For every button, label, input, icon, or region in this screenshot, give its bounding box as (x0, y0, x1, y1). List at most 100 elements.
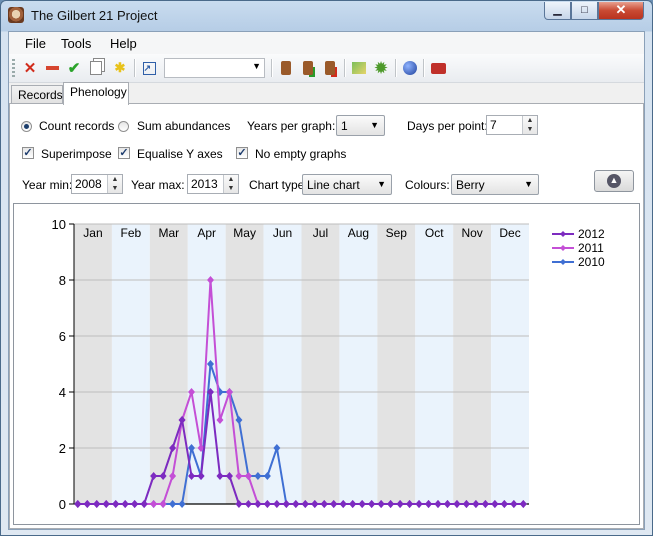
colours-label: Colours: (405, 178, 450, 192)
month-label: Feb (121, 226, 142, 240)
year-min-value: 2008 (75, 177, 102, 191)
y-tick-label: 10 (52, 217, 66, 232)
toolbox-icon[interactable] (429, 59, 447, 77)
chevron-down-icon: ▼ (524, 179, 533, 189)
copy-icon[interactable] (87, 59, 105, 77)
month-band (74, 224, 112, 504)
legend-label: 2011 (578, 241, 604, 255)
legend-marker (560, 259, 566, 265)
menu-tools[interactable]: Tools (61, 36, 91, 51)
toolbar-separator (134, 59, 136, 77)
colours-value: Berry (456, 178, 485, 192)
collapse-options-button[interactable]: ▲ (594, 170, 634, 192)
chart-type-select[interactable]: Line chart ▼ (302, 174, 392, 195)
chart-type-label: Chart type: (249, 178, 308, 192)
month-band (263, 224, 302, 504)
no-empty-graphs-checkbox[interactable]: ✓ (236, 147, 248, 159)
month-band (377, 224, 416, 504)
chevron-down-icon: ▼ (377, 179, 386, 189)
speaker-remove-icon[interactable] (321, 59, 339, 77)
toolbar-combo[interactable]: ▼ (164, 58, 265, 78)
days-per-point-label: Days per point: (407, 119, 488, 133)
month-band (491, 224, 529, 504)
toolbar-separator (423, 59, 425, 77)
tab-strip: Records Phenology (9, 82, 644, 105)
month-band (453, 224, 492, 504)
month-band (111, 224, 150, 504)
y-tick-label: 8 (59, 273, 66, 288)
phenology-chart: Jan Feb Mar Apr May Jun Jul Aug Sep Oct Nov Dec 0 2 4 6… (52, 217, 605, 512)
minimize-button[interactable]: ▁ (544, 2, 571, 20)
close-button[interactable]: ✕ (598, 2, 644, 20)
open-link-icon[interactable]: ↗ (140, 59, 158, 77)
month-band (301, 224, 340, 504)
bug-icon[interactable]: ✹ (372, 59, 390, 77)
legend-label: 2010 (578, 255, 605, 269)
equalise-y-axes-checkbox[interactable]: ✓ (118, 147, 130, 159)
colours-select[interactable]: Berry ▼ (451, 174, 539, 195)
y-tick-label: 4 (59, 385, 66, 400)
title-bar[interactable]: The Gilbert 21 Project ▁ □ ✕ (1, 1, 652, 31)
month-band (339, 224, 378, 504)
tab-phenology[interactable]: Phenology (63, 82, 129, 105)
legend-marker (560, 231, 566, 237)
month-label: Apr (197, 226, 216, 240)
month-label: May (233, 226, 256, 240)
sum-abundances-radio[interactable] (118, 121, 129, 132)
legend-label: 2012 (578, 227, 605, 241)
year-min-stepper[interactable]: 2008 ▲ ▼ (71, 174, 123, 194)
chevron-down-icon: ▼ (370, 120, 379, 130)
month-label: Sep (386, 226, 408, 240)
year-max-label: Year max: (131, 178, 185, 192)
spin-arrows-icon[interactable]: ▲ ▼ (223, 175, 238, 193)
years-per-graph-label: Years per graph: (247, 119, 336, 133)
count-records-radio[interactable] (21, 121, 32, 132)
speaker-icon[interactable] (277, 59, 295, 77)
year-max-stepper[interactable]: 2013 ▲ ▼ (187, 174, 239, 194)
month-band (415, 224, 454, 504)
y-tick-label: 6 (59, 329, 66, 344)
month-band (225, 224, 264, 504)
month-label: Nov (461, 226, 482, 240)
toolbar: ✕ ✔ ✱ ↗ ▼ ✹ (9, 54, 644, 83)
speaker-add-icon[interactable] (299, 59, 317, 77)
chart-type-value: Line chart (307, 178, 360, 192)
days-per-point-value: 7 (490, 118, 497, 132)
days-per-point-stepper[interactable]: 7 ▲ ▼ (486, 115, 538, 135)
month-label: Mar (158, 226, 179, 240)
chevron-up-icon: ▲ (607, 174, 621, 188)
toolbar-separator (395, 59, 397, 77)
delete-icon[interactable]: ✕ (21, 59, 39, 77)
y-tick-label: 2 (59, 441, 66, 456)
years-per-graph-value: 1 (341, 119, 348, 133)
years-per-graph-select[interactable]: 1 ▼ (336, 115, 385, 136)
spin-arrows-icon[interactable]: ▲ ▼ (522, 116, 537, 134)
phenology-chart-frame: Jan Feb Mar Apr May Jun Jul Aug Sep Oct Nov Dec 0 2 4 6… (13, 203, 640, 525)
check-icon[interactable]: ✔ (65, 59, 83, 77)
edit-image-icon[interactable] (350, 59, 368, 77)
month-label: Aug (348, 226, 369, 240)
month-label: Jan (83, 226, 102, 240)
equalise-y-axes-label: Equalise Y axes (137, 147, 223, 161)
month-label: Jun (273, 226, 292, 240)
superimpose-checkbox[interactable]: ✓ (22, 147, 34, 159)
sum-abundances-label: Sum abundances (137, 119, 231, 133)
toolbar-separator (271, 59, 273, 77)
menu-help[interactable]: Help (110, 36, 137, 51)
y-tick-label: 0 (59, 497, 66, 512)
month-label: Jul (313, 226, 328, 240)
phenology-panel: Count records Sum abundances Years per g… (9, 103, 644, 529)
menu-file[interactable]: File (25, 36, 46, 51)
tab-records[interactable]: Records (11, 85, 63, 104)
new-icon[interactable]: ✱ (111, 59, 129, 77)
remove-icon[interactable] (43, 59, 61, 77)
no-empty-graphs-label: No empty graphs (255, 147, 347, 161)
app-icon (8, 7, 24, 23)
month-label: Dec (499, 226, 520, 240)
spin-arrows-icon[interactable]: ▲ ▼ (107, 175, 122, 193)
maximize-button[interactable]: □ (571, 2, 598, 20)
app-window: The Gilbert 21 Project ▁ □ ✕ File Tools … (0, 0, 653, 536)
globe-icon[interactable] (401, 59, 419, 77)
toolbar-grip-icon[interactable] (12, 59, 15, 77)
toolbar-separator (344, 59, 346, 77)
